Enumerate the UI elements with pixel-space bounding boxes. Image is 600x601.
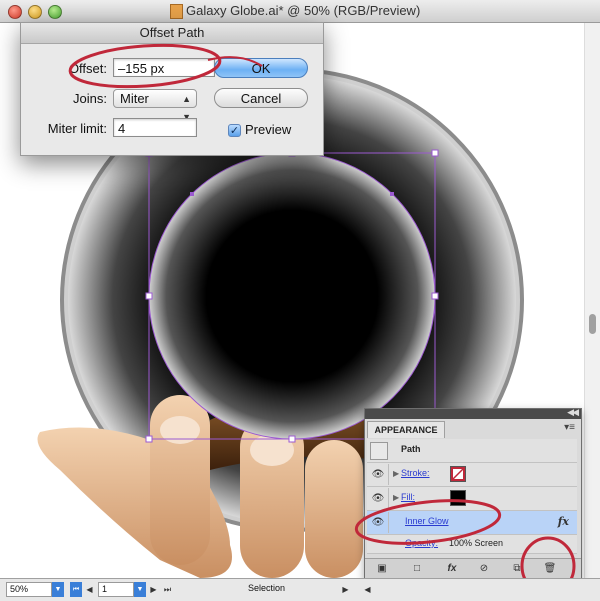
clear-appearance-icon[interactable]: ⊘: [477, 562, 491, 576]
stroke-swatch[interactable]: [450, 466, 466, 482]
dialog-title: Offset Path: [21, 23, 323, 44]
status-bar: 50% ▼ ⏮ ◀ 1 ▼ ▶ ⏭ Selection ▶ ◀: [0, 578, 600, 601]
collapse-icon[interactable]: ◀◀: [567, 407, 579, 418]
appearance-row-path[interactable]: Path: [367, 439, 577, 463]
appearance-panel: ◀◀ APPEARANCE ▾≡ Path 👁 ▶ Stroke: 👁 ▶ Fi…: [364, 407, 582, 580]
add-new-stroke-icon[interactable]: ▣: [375, 562, 389, 576]
add-new-fill-icon[interactable]: □: [410, 562, 424, 576]
miter-limit-label: Miter limit:: [47, 121, 107, 136]
offset-label: Offset:: [68, 61, 107, 76]
preview-label: Preview: [245, 122, 292, 137]
tab-appearance[interactable]: APPEARANCE: [367, 421, 445, 438]
appearance-row-stroke[interactable]: 👁 ▶ Stroke:: [367, 463, 577, 487]
joins-select[interactable]: Miter ▲ ▼: [113, 89, 197, 122]
artboard-number-input[interactable]: 1: [98, 582, 134, 597]
artboard-dropdown-icon[interactable]: ▼: [134, 582, 146, 597]
opacity-value: 100% Screen: [449, 538, 504, 548]
zoom-input[interactable]: 50%: [6, 582, 52, 597]
minimize-window-button[interactable]: [28, 5, 42, 19]
zoom-dropdown-icon[interactable]: ▼: [52, 582, 64, 597]
eye-icon[interactable]: 👁: [368, 464, 389, 485]
bbox-handle: [145, 292, 153, 300]
trash-icon[interactable]: 🗑: [543, 562, 557, 576]
fx-icon[interactable]: fx: [558, 515, 569, 528]
disclosure-triangle-icon[interactable]: ▶: [393, 493, 399, 502]
stroke-label[interactable]: Stroke:: [401, 468, 430, 478]
offset-path-dialog: Offset Path Offset: –155 px Joins: Miter…: [20, 22, 324, 156]
inner-glow-label[interactable]: Inner Glow: [405, 516, 449, 526]
anchor-point: [390, 192, 394, 196]
bbox-handle: [431, 149, 439, 157]
first-artboard-icon[interactable]: ⏮: [70, 582, 82, 597]
anchor-point: [190, 192, 194, 196]
miter-limit-input[interactable]: 4: [113, 118, 197, 137]
opacity-label[interactable]: Opacity:: [405, 538, 438, 548]
status-menu-icon[interactable]: ▶: [340, 582, 351, 597]
eye-icon[interactable]: 👁: [368, 512, 389, 533]
appearance-row-fill[interactable]: 👁 ▶ Fill:: [367, 487, 577, 511]
current-tool-label: Selection: [248, 583, 286, 593]
next-artboard-icon[interactable]: ▶: [148, 582, 159, 597]
ok-button[interactable]: OK: [214, 58, 308, 78]
add-effect-icon[interactable]: fx: [445, 562, 459, 576]
zoom-window-button[interactable]: [48, 5, 62, 19]
vertical-scrollbar[interactable]: [584, 23, 600, 578]
scrollbar-thumb[interactable]: [589, 314, 596, 334]
disclosure-triangle-icon[interactable]: ▶: [393, 469, 399, 478]
previous-artboard-icon[interactable]: ◀: [84, 582, 95, 597]
bbox-handle: [288, 435, 296, 443]
duplicate-item-icon[interactable]: ⧉: [510, 562, 524, 576]
path-label: Path: [401, 444, 421, 454]
joins-label: Joins:: [73, 91, 107, 106]
preview-checkbox[interactable]: ✓: [228, 124, 241, 137]
scroll-left-icon[interactable]: ◀: [362, 582, 373, 597]
bbox-handle: [145, 435, 153, 443]
window-title: Galaxy Globe.ai* @ 50% (RGB/Preview): [186, 3, 421, 18]
fill-label[interactable]: Fill:: [401, 492, 415, 502]
object-thumbnail: [370, 442, 388, 460]
joins-select-value: Miter: [120, 91, 149, 106]
window-title-bar: Galaxy Globe.ai* @ 50% (RGB/Preview): [0, 0, 600, 23]
panel-top-bar: ◀◀: [365, 407, 581, 419]
last-artboard-icon[interactable]: ⏭: [162, 582, 173, 597]
no-color-icon: [451, 467, 465, 481]
fill-swatch[interactable]: [450, 490, 466, 506]
appearance-toolbar: ▣ □ fx ⊘ ⧉ 🗑: [365, 558, 581, 579]
appearance-row-opacity[interactable]: Opacity: 100% Screen: [367, 535, 577, 554]
document-icon: [170, 4, 183, 19]
bbox-handle: [431, 292, 439, 300]
appearance-row-inner-glow[interactable]: 👁 Inner Glow fx: [367, 511, 577, 535]
cancel-button[interactable]: Cancel: [214, 88, 308, 108]
eye-icon[interactable]: 👁: [368, 488, 389, 509]
offset-input[interactable]: –155 px: [113, 58, 215, 77]
close-window-button[interactable]: [8, 5, 22, 19]
panel-menu-icon[interactable]: ▾≡: [564, 422, 575, 433]
